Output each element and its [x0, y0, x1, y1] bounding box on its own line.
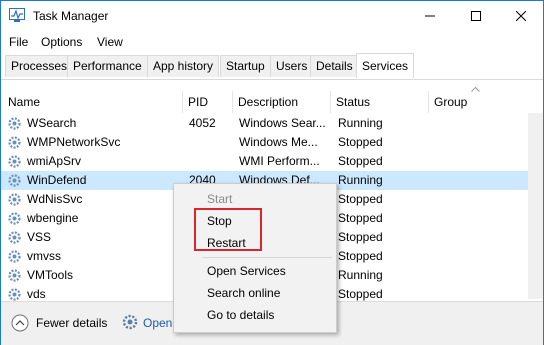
cell-pid	[189, 152, 231, 171]
cell-status: Stopped	[338, 211, 383, 225]
service-gear-icon	[8, 117, 21, 130]
column-pid[interactable]: PID	[183, 91, 233, 113]
column-header: Name PID Description Status Group	[1, 91, 543, 113]
service-gear-icon	[8, 250, 21, 263]
tab-processes[interactable]: Processes	[5, 55, 74, 77]
menu-item-open-services[interactable]: Open Services	[174, 260, 336, 282]
cell-description: WMI Perform...	[239, 154, 320, 168]
tab-services[interactable]: Services	[356, 53, 415, 78]
menu-file[interactable]: File	[9, 35, 28, 49]
cell-pid: 4052	[189, 116, 216, 130]
tab-performance[interactable]: Performance	[67, 55, 148, 77]
cell-name: wmiApSrv	[27, 154, 82, 168]
task-manager-icon	[9, 8, 25, 22]
menu-bar: File Options View	[1, 31, 543, 53]
menu-separator	[202, 257, 332, 258]
menu-view[interactable]: View	[97, 35, 123, 49]
maximize-button[interactable]	[453, 1, 498, 30]
cell-status: Stopped	[338, 230, 383, 244]
cell-description: Windows Me...	[239, 135, 318, 149]
cell-name: WSearch	[27, 116, 77, 130]
chevron-up-circle-icon[interactable]	[11, 314, 29, 332]
menu-item-start[interactable]: Start	[174, 188, 336, 210]
minimize-icon	[424, 15, 435, 16]
tab-strip: Processes Performance App history Startu…	[1, 53, 543, 80]
cell-status: Stopped	[338, 135, 383, 149]
cell-status: Stopped	[338, 154, 383, 168]
cell-name: vmvss	[27, 249, 61, 263]
service-gear-icon	[8, 155, 21, 168]
cell-pid	[189, 133, 231, 152]
service-gear-icon	[8, 288, 21, 301]
cell-status: Running	[338, 116, 383, 130]
menu-item-search-online[interactable]: Search online	[174, 282, 336, 304]
menu-options[interactable]: Options	[41, 35, 82, 49]
cell-status: Stopped	[338, 192, 383, 206]
service-gear-icon	[8, 174, 21, 187]
vertical-scrollbar[interactable]	[528, 113, 543, 299]
tab-startup[interactable]: Startup	[220, 55, 271, 77]
table-row[interactable]: wmiApSrv WMI Perform... Stopped	[1, 152, 528, 171]
cell-status: Running	[338, 173, 383, 187]
table-row[interactable]: WMPNetworkSvc Windows Me... Stopped	[1, 133, 528, 152]
cell-name: VSS	[27, 230, 52, 244]
context-menu: Start Stop Restart Open Services Search …	[173, 183, 337, 333]
close-button[interactable]	[498, 1, 543, 30]
service-gear-icon	[8, 136, 21, 149]
service-gear-icon	[8, 212, 21, 225]
column-status[interactable]: Status	[331, 91, 429, 113]
window-title: Task Manager	[33, 9, 109, 23]
cell-name: WdNisSvc	[27, 192, 83, 206]
column-group[interactable]: Group	[429, 91, 528, 113]
cell-description: Windows Sear...	[239, 116, 326, 130]
task-manager-window: Task Manager File Options View Processes…	[0, 0, 544, 345]
table-row[interactable]: WSearch 4052 Windows Sear... Running	[1, 114, 528, 133]
cell-name: VMTools	[27, 268, 74, 282]
annotation-highlight-box	[194, 208, 262, 251]
cell-status: Stopped	[338, 249, 383, 263]
column-name[interactable]: Name	[3, 91, 183, 113]
maximize-icon	[470, 10, 481, 21]
tab-app-history[interactable]: App history	[147, 55, 220, 77]
minimize-button[interactable]	[407, 1, 452, 30]
cell-name: wbengine	[27, 211, 79, 225]
close-icon	[515, 10, 526, 21]
service-gear-icon	[8, 269, 21, 282]
service-gear-icon	[8, 231, 21, 244]
service-gear-icon	[8, 193, 21, 206]
fewer-details-link[interactable]: Fewer details	[36, 316, 107, 330]
gear-icon	[122, 314, 138, 330]
column-description[interactable]: Description	[233, 91, 331, 113]
title-bar[interactable]: Task Manager	[1, 1, 543, 31]
cell-name: WinDefend	[27, 173, 87, 187]
cell-name: WMPNetworkSvc	[27, 135, 121, 149]
menu-item-go-to-details[interactable]: Go to details	[174, 304, 336, 326]
tab-details[interactable]: Details	[310, 55, 359, 77]
tab-users[interactable]: Users	[270, 55, 314, 77]
cell-status: Running	[338, 268, 383, 282]
